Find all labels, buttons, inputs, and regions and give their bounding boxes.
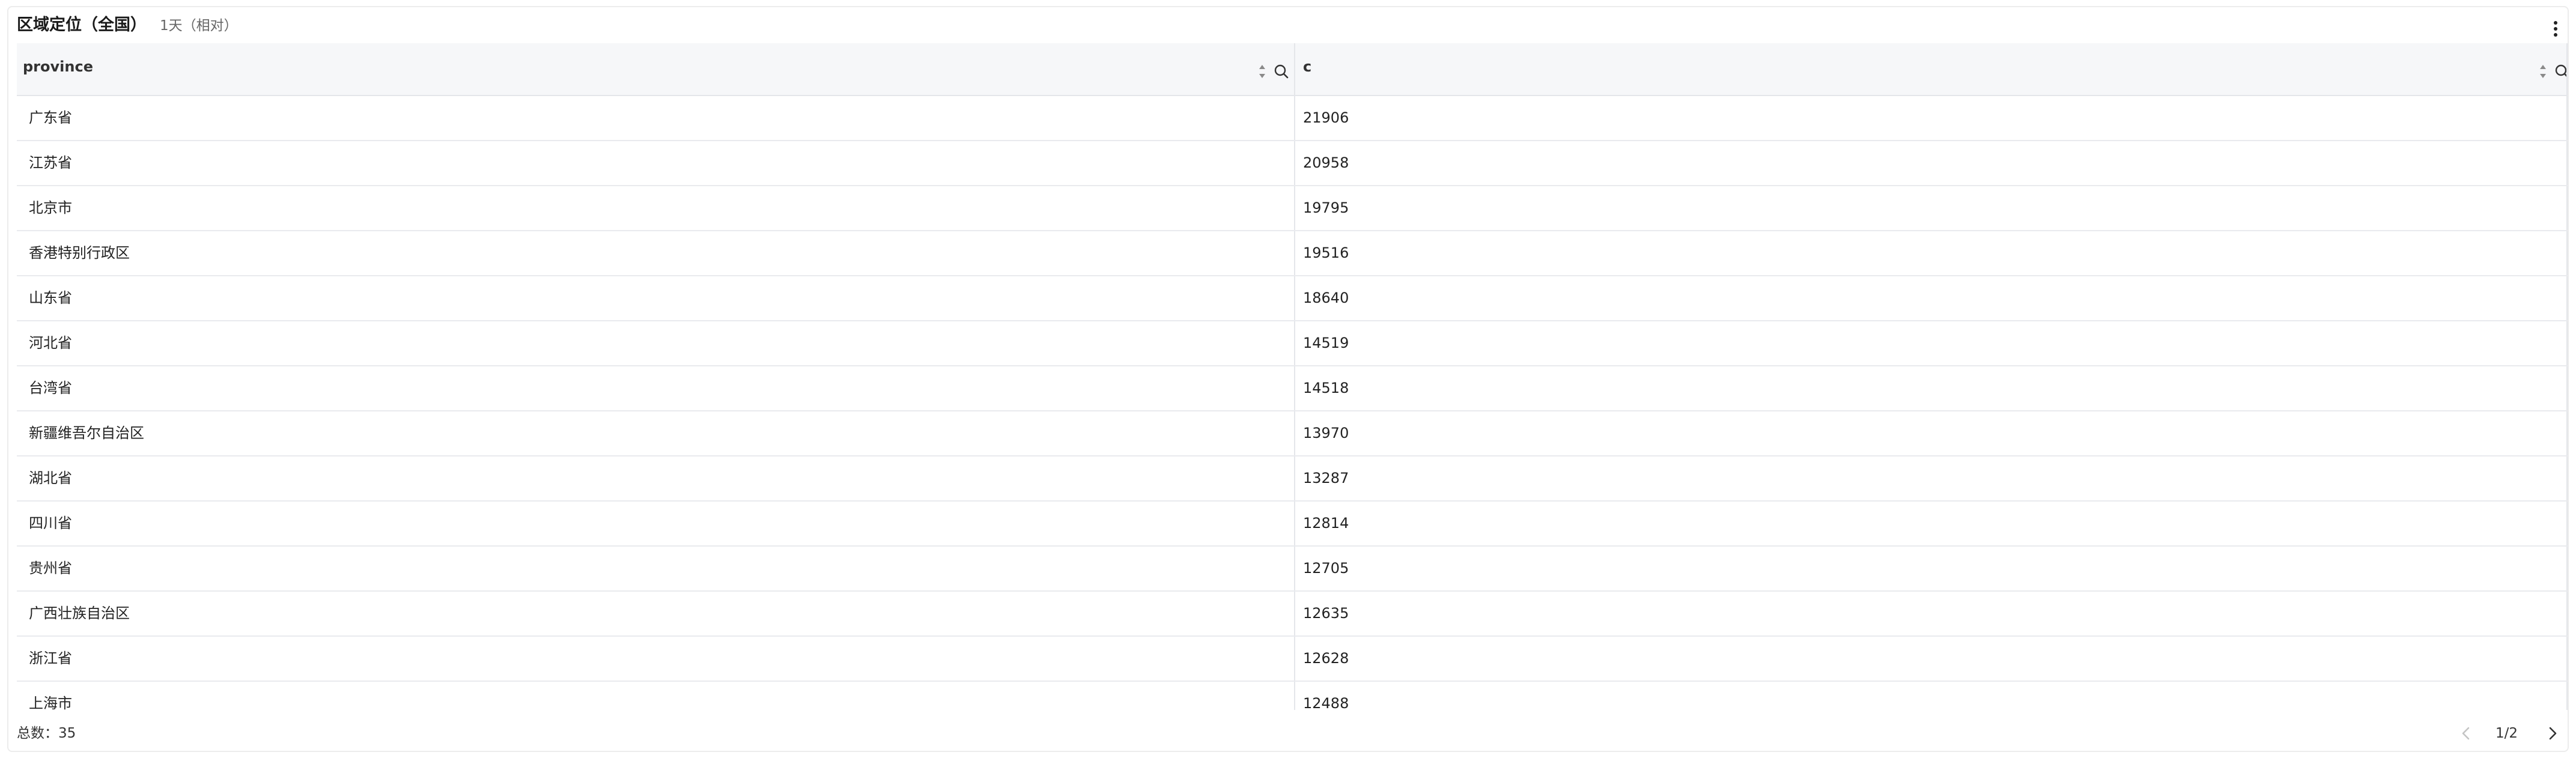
cell-c: 19795 [1303,199,1349,216]
panel-title: 区域定位（全国） [17,16,147,34]
table-row[interactable]: 广东省 21906 [17,96,2568,141]
table-row[interactable]: 山东省 18640 [17,276,2568,321]
prev-page-button[interactable] [2457,724,2475,742]
cell-c: 18640 [1303,290,1349,306]
search-icon[interactable] [2554,64,2568,79]
table-row[interactable]: 湖北省 13287 [17,456,2568,502]
search-icon[interactable] [1274,64,1289,79]
table-row[interactable]: 北京市 19795 [17,186,2568,231]
cell-c: 12628 [1303,650,1349,667]
cell-c: 20958 [1303,154,1349,171]
cell-province: 湖北省 [29,470,72,487]
cell-province: 北京市 [29,199,72,216]
cell-c: 19516 [1303,244,1349,261]
cell-c: 14518 [1303,380,1349,396]
cell-c: 14519 [1303,335,1349,351]
cell-province: 新疆维吾尔自治区 [29,425,144,441]
cell-c: 12488 [1303,695,1349,712]
chevron-left-icon [2462,727,2470,740]
table-row[interactable]: 四川省 12814 [17,502,2568,547]
page-indicator: 1/2 [2496,726,2518,741]
column-header-c[interactable]: c [1295,43,2568,95]
more-vertical-icon [2554,21,2557,37]
table-row[interactable]: 台湾省 14518 [17,366,2568,411]
data-table: province c 广东省 21906 江苏省 20958 北京市 19795… [17,43,2568,720]
cell-province: 广东省 [29,109,72,126]
table-row[interactable]: 江苏省 20958 [17,141,2568,186]
table-footer: 总数：35 1/2 [8,717,2568,751]
cell-c: 12635 [1303,605,1349,622]
cell-province: 山东省 [29,290,72,306]
table-row[interactable]: 广西壮族自治区 12635 [17,592,2568,637]
pagination: 1/2 [2435,722,2568,746]
cell-c: 13970 [1303,425,1349,441]
table-row[interactable]: 贵州省 12705 [17,547,2568,592]
cell-province: 河北省 [29,335,72,351]
total-count: 总数：35 [17,726,76,741]
cell-c: 13287 [1303,470,1349,487]
table-row[interactable]: 河北省 14519 [17,321,2568,366]
cell-province: 上海市 [29,695,72,712]
column-header-province[interactable]: province [17,43,1294,95]
sort-icon[interactable] [2539,64,2547,79]
cell-province: 浙江省 [29,650,72,667]
cell-province: 江苏省 [29,154,72,171]
cell-province: 香港特别行政区 [29,244,130,261]
cell-province: 贵州省 [29,560,72,577]
table-row[interactable]: 上海市 12488 [17,682,2568,720]
column-header-label: c [1303,58,1312,75]
cell-c: 12814 [1303,515,1349,532]
table-row[interactable]: 新疆维吾尔自治区 13970 [17,411,2568,456]
next-page-button[interactable] [2544,724,2562,742]
table-body: 广东省 21906 江苏省 20958 北京市 19795 香港特别行政区 19516 山东省 1… [17,96,2568,720]
more-menu-button[interactable] [2548,18,2563,40]
table-panel: 区域定位（全国） 1天（相对） province c 广东省 21906 江苏省… [7,6,2569,752]
cell-province: 四川省 [29,515,72,532]
time-range-label: 1天（相对） [160,18,238,34]
cell-c: 21906 [1303,109,1349,126]
cell-province: 广西壮族自治区 [29,605,130,622]
table-row[interactable]: 香港特别行政区 19516 [17,231,2568,276]
table-row[interactable]: 浙江省 12628 [17,637,2568,682]
chevron-right-icon [2549,727,2557,740]
table-header: province c [17,43,2568,96]
panel-header: 区域定位（全国） 1天（相对） [8,7,2568,43]
column-header-label: province [23,58,93,75]
cell-province: 台湾省 [29,380,72,396]
cell-c: 12705 [1303,560,1349,577]
sort-icon[interactable] [1258,64,1266,79]
